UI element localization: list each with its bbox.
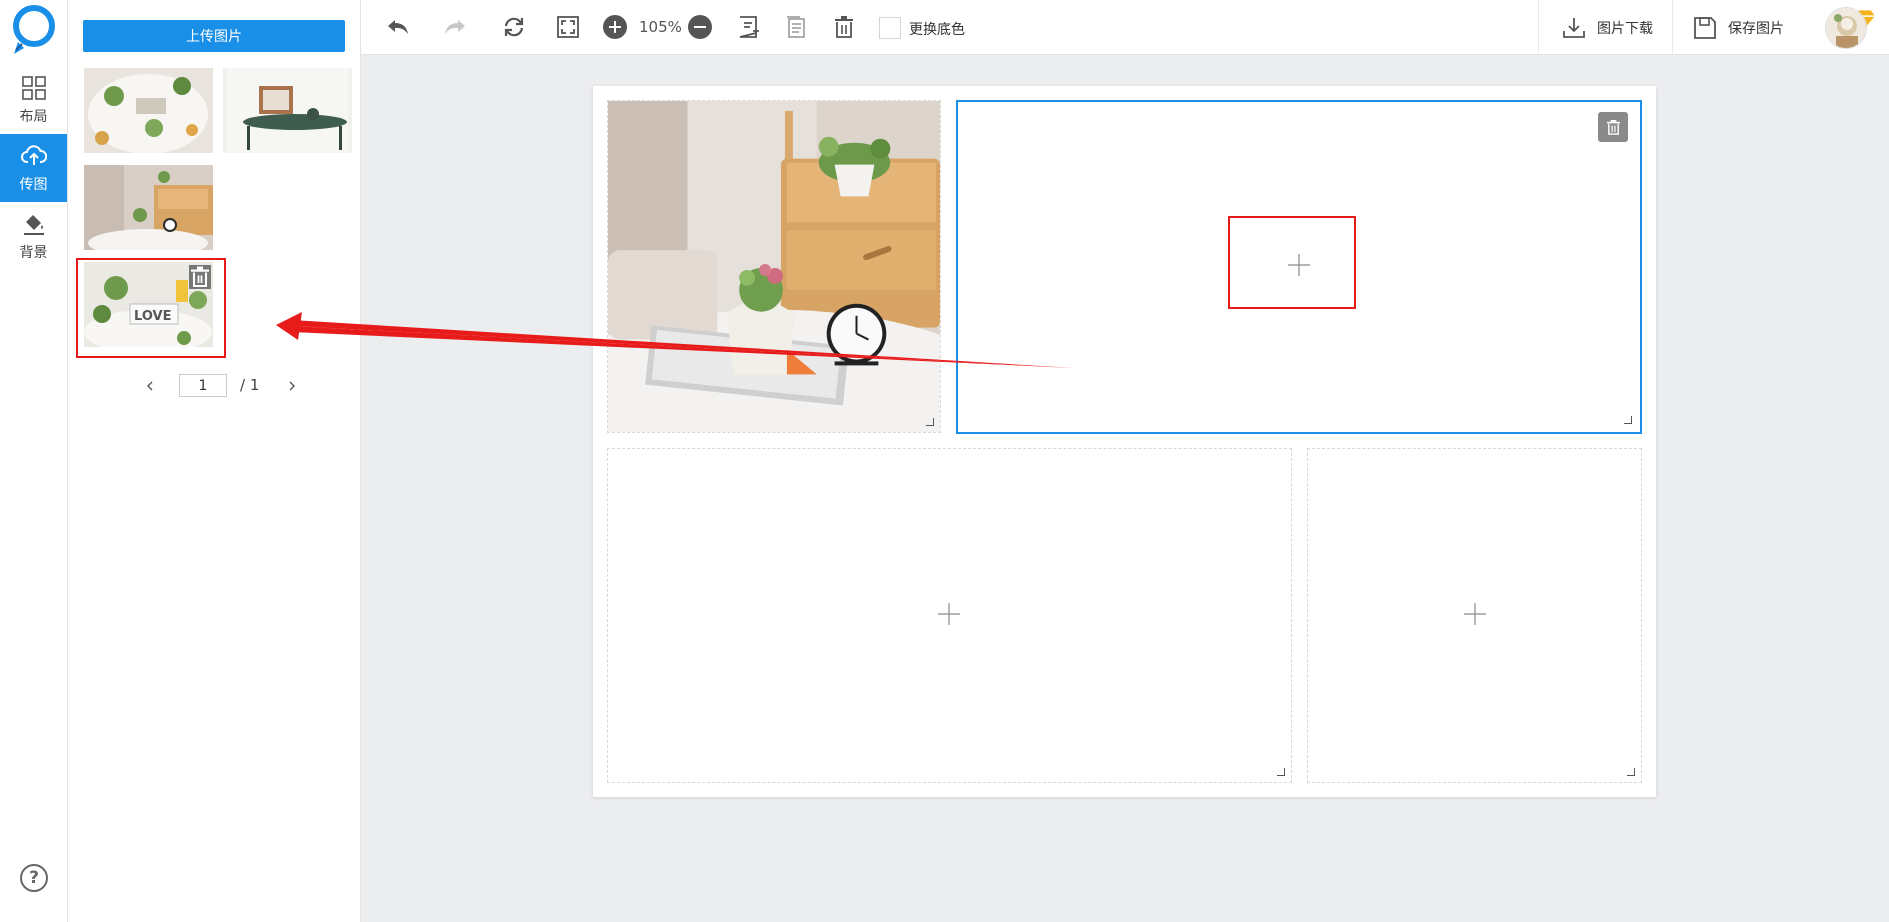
- trash-icon: [1606, 119, 1620, 135]
- help-icon: ?: [29, 868, 39, 888]
- user-avatar[interactable]: [1825, 7, 1867, 49]
- left-navigation: 布局 传图 背景 ?: [0, 0, 68, 922]
- trash-icon: [835, 16, 853, 38]
- add-image-plus-icon[interactable]: [937, 602, 961, 626]
- edit-document-icon: [739, 16, 759, 38]
- nav-item-label: 背景: [19, 244, 48, 261]
- change-background-checkbox[interactable]: [879, 17, 901, 39]
- toolbar-divider: [1672, 0, 1673, 54]
- prev-page-button[interactable]: [140, 376, 160, 396]
- trash-icon: [191, 266, 209, 288]
- refresh-icon: [504, 17, 524, 37]
- fit-screen-button[interactable]: [554, 13, 582, 41]
- plus-circle-icon: [603, 15, 627, 39]
- add-image-plus-icon[interactable]: [1287, 253, 1311, 277]
- copy-button[interactable]: [782, 13, 810, 41]
- resize-handle[interactable]: [1627, 768, 1635, 776]
- resize-handle[interactable]: [1624, 416, 1632, 424]
- uploaded-image-thumbnail[interactable]: [84, 68, 213, 153]
- save-label: 保存图片: [1728, 21, 1784, 37]
- save-image-button[interactable]: 保存图片: [1692, 12, 1784, 44]
- change-background-label: 更换底色: [909, 22, 965, 38]
- uploaded-image-thumbnail[interactable]: LOVE: [84, 262, 213, 347]
- uploaded-image-thumbnail[interactable]: [84, 165, 213, 250]
- zoom-out-button[interactable]: [686, 13, 714, 41]
- delete-cell-image-button[interactable]: [1598, 112, 1628, 142]
- collage-cell-selected[interactable]: [956, 100, 1642, 434]
- zoom-level: 105%: [639, 18, 682, 36]
- svg-text:LOVE: LOVE: [134, 309, 171, 324]
- undo-icon: [388, 20, 408, 34]
- page-total: / 1: [240, 376, 260, 394]
- add-image-plus-icon[interactable]: [1463, 602, 1487, 626]
- resize-handle[interactable]: [926, 418, 934, 426]
- grid-layout-icon: [21, 75, 46, 100]
- download-label: 图片下载: [1597, 21, 1653, 37]
- zoom-in-button[interactable]: [601, 13, 629, 41]
- nav-item-label: 传图: [19, 176, 48, 193]
- nav-item-upload[interactable]: 传图: [0, 134, 67, 202]
- help-button[interactable]: ?: [20, 864, 48, 892]
- copy-icon: [787, 16, 805, 38]
- page-number-input[interactable]: [179, 374, 227, 397]
- redo-icon: [445, 20, 465, 34]
- download-image-button[interactable]: 图片下载: [1561, 10, 1876, 44]
- collage-canvas: [593, 86, 1656, 797]
- top-toolbar: 105% 更换底色 图片下载 保存图片: [361, 0, 1889, 55]
- refresh-button[interactable]: [500, 13, 528, 41]
- undo-button[interactable]: [384, 13, 412, 41]
- minus-circle-icon: [688, 15, 712, 39]
- fullscreen-icon: [557, 16, 579, 38]
- delete-button[interactable]: [830, 13, 858, 41]
- download-icon: [1563, 18, 1585, 38]
- next-page-button[interactable]: [282, 376, 302, 396]
- collage-cell-empty[interactable]: [607, 448, 1292, 783]
- nav-item-background[interactable]: 背景: [0, 202, 67, 270]
- cloud-upload-icon: [20, 144, 47, 165]
- upload-panel: 上传图片 LOVE: [68, 0, 361, 922]
- save-icon: [1694, 17, 1716, 39]
- chevron-left-icon: [147, 381, 153, 391]
- paint-bucket-icon: [23, 214, 44, 235]
- collage-cell-photo[interactable]: [607, 100, 941, 433]
- chevron-right-icon: [289, 381, 295, 391]
- nav-item-label: 布局: [19, 108, 48, 125]
- collage-cell-empty[interactable]: [1307, 448, 1642, 783]
- toolbar-divider: [1538, 0, 1539, 54]
- nav-item-layout[interactable]: 布局: [0, 66, 67, 134]
- app-logo: [10, 4, 58, 56]
- pagination: / 1: [68, 374, 361, 398]
- upload-image-button[interactable]: 上传图片: [83, 20, 345, 52]
- delete-thumbnail-button[interactable]: [189, 265, 211, 289]
- cell-photo: [608, 101, 940, 432]
- resize-handle[interactable]: [1277, 768, 1285, 776]
- add-text-button[interactable]: [734, 13, 762, 41]
- redo-button[interactable]: [441, 13, 469, 41]
- uploaded-image-thumbnail[interactable]: [223, 68, 352, 153]
